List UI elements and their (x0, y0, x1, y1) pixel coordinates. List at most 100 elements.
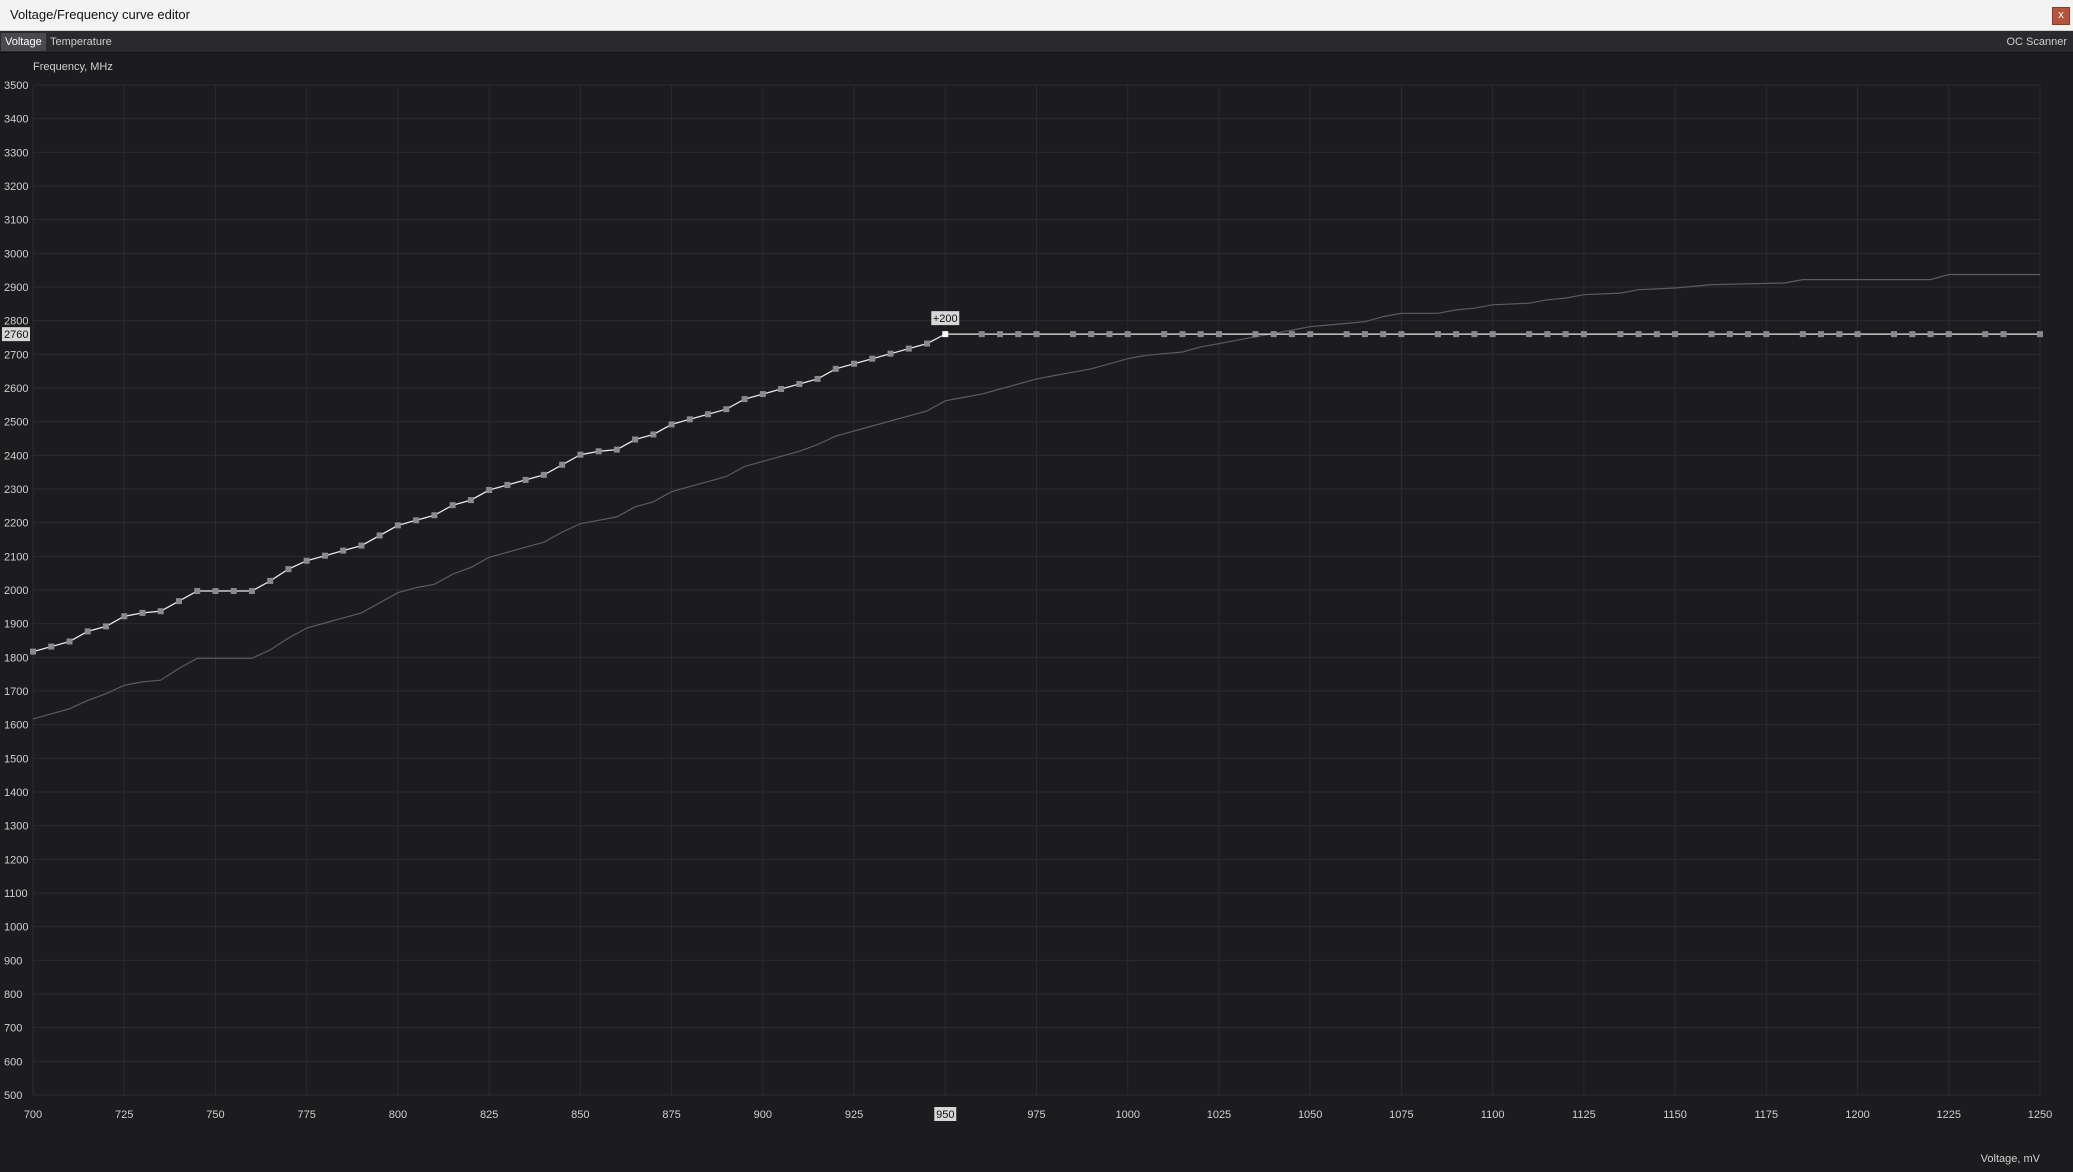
tab-voltage[interactable]: Voltage (1, 33, 46, 51)
curve-point[interactable] (1179, 331, 1186, 338)
curve-point[interactable] (595, 448, 602, 455)
curve-point[interactable] (869, 355, 876, 362)
curve-point[interactable] (1361, 331, 1368, 338)
curve-point[interactable] (66, 638, 73, 645)
curve-point[interactable] (1544, 331, 1551, 338)
curve-point[interactable] (759, 391, 766, 398)
curve-point[interactable] (887, 350, 894, 357)
curve-point[interactable] (1854, 331, 1861, 338)
curve-point[interactable] (1015, 331, 1022, 338)
chart-canvas[interactable]: 500 600 700 800 900 1000 1100 1200 1300 1400 1500 1… (0, 53, 2073, 1172)
curve-point[interactable] (924, 340, 931, 347)
curve-point[interactable] (1033, 331, 1040, 338)
curve-point[interactable] (814, 375, 821, 382)
curve-point[interactable] (705, 411, 712, 418)
curve-point[interactable] (1124, 331, 1131, 338)
curve-point[interactable] (1398, 331, 1405, 338)
curve-point[interactable] (1836, 331, 1843, 338)
curve-point[interactable] (632, 436, 639, 443)
curve-point[interactable] (796, 380, 803, 387)
curve-point[interactable] (1288, 331, 1295, 338)
curve-point[interactable] (2037, 331, 2043, 338)
curve-point[interactable] (905, 345, 912, 352)
curve-point[interactable] (1270, 331, 1277, 338)
curve-point[interactable] (431, 512, 438, 519)
curve-point[interactable] (1434, 331, 1441, 338)
curve-point[interactable] (1927, 331, 1934, 338)
oc-scanner-button[interactable]: OC Scanner (2006, 33, 2067, 51)
curve-point[interactable] (1161, 331, 1168, 338)
curve-point[interactable] (668, 421, 675, 428)
close-button[interactable]: x (2052, 7, 2070, 25)
curve-point[interactable] (1945, 331, 1952, 338)
curve-point[interactable] (978, 331, 985, 338)
curve-point[interactable] (212, 588, 219, 595)
curve-point[interactable] (157, 608, 164, 615)
curve-point[interactable] (376, 532, 383, 539)
curve-point[interactable] (577, 451, 584, 458)
curve-point[interactable] (2000, 331, 2007, 338)
curve-point[interactable] (139, 609, 146, 616)
curve-point[interactable] (121, 613, 128, 620)
curve-point[interactable] (1453, 331, 1460, 338)
curve-point[interactable] (102, 623, 109, 630)
curve-point[interactable] (285, 566, 292, 573)
curve-point[interactable] (1489, 331, 1496, 338)
curve-point[interactable] (175, 598, 182, 605)
curve-point[interactable] (1526, 331, 1533, 338)
curve-point[interactable] (1708, 331, 1715, 338)
curve-point[interactable] (1580, 331, 1587, 338)
curve-point[interactable] (1982, 331, 1989, 338)
curve-point[interactable] (650, 431, 657, 438)
curve-point[interactable] (467, 497, 474, 504)
curve-point[interactable] (1307, 331, 1314, 338)
curve-point[interactable] (1252, 331, 1259, 338)
curve-point[interactable] (1617, 331, 1624, 338)
curve-point[interactable] (1891, 331, 1898, 338)
curve-point[interactable] (1672, 331, 1679, 338)
curve-point[interactable] (358, 542, 365, 549)
tab-temperature[interactable]: Temperature (46, 33, 116, 51)
curve-point[interactable] (1106, 331, 1113, 338)
curve-point[interactable] (1726, 331, 1733, 338)
curve-point[interactable] (394, 522, 401, 529)
curve-point[interactable] (1818, 331, 1825, 338)
curve-point[interactable] (340, 547, 347, 554)
curve-point[interactable] (1745, 331, 1752, 338)
curve-point[interactable] (30, 648, 36, 655)
curve-point[interactable] (230, 588, 237, 595)
curve-point[interactable] (1799, 331, 1806, 338)
curve-point[interactable] (321, 552, 328, 559)
curve-point[interactable] (84, 628, 91, 635)
curve-point[interactable] (1069, 331, 1076, 338)
curve-point[interactable] (194, 588, 201, 595)
selected-curve-point[interactable] (942, 331, 949, 338)
curve-point[interactable] (248, 588, 255, 595)
curve-point[interactable] (741, 396, 748, 403)
curve-point[interactable] (48, 643, 55, 650)
curve-point[interactable] (1215, 331, 1222, 338)
curve-point[interactable] (1635, 331, 1642, 338)
curve-point[interactable] (1197, 331, 1204, 338)
curve-point[interactable] (1088, 331, 1095, 338)
curve-point[interactable] (1562, 331, 1569, 338)
curve-point[interactable] (413, 517, 420, 524)
curve-point[interactable] (449, 502, 456, 509)
curve-point[interactable] (504, 481, 511, 488)
curve-point[interactable] (1653, 331, 1660, 338)
curve-point[interactable] (1471, 331, 1478, 338)
curve-point[interactable] (559, 461, 566, 468)
curve-point[interactable] (997, 331, 1004, 338)
curve-point[interactable] (486, 487, 493, 494)
curve-point[interactable] (1380, 331, 1387, 338)
curve-point[interactable] (522, 476, 529, 483)
curve-point[interactable] (267, 577, 274, 584)
curve-point[interactable] (686, 416, 693, 423)
curve-point[interactable] (851, 360, 858, 367)
curve-point[interactable] (540, 471, 547, 478)
curve-point[interactable] (1343, 331, 1350, 338)
curve-point[interactable] (1763, 331, 1770, 338)
curve-point[interactable] (723, 406, 730, 413)
curve-point[interactable] (832, 365, 839, 372)
curve-point[interactable] (303, 557, 310, 564)
